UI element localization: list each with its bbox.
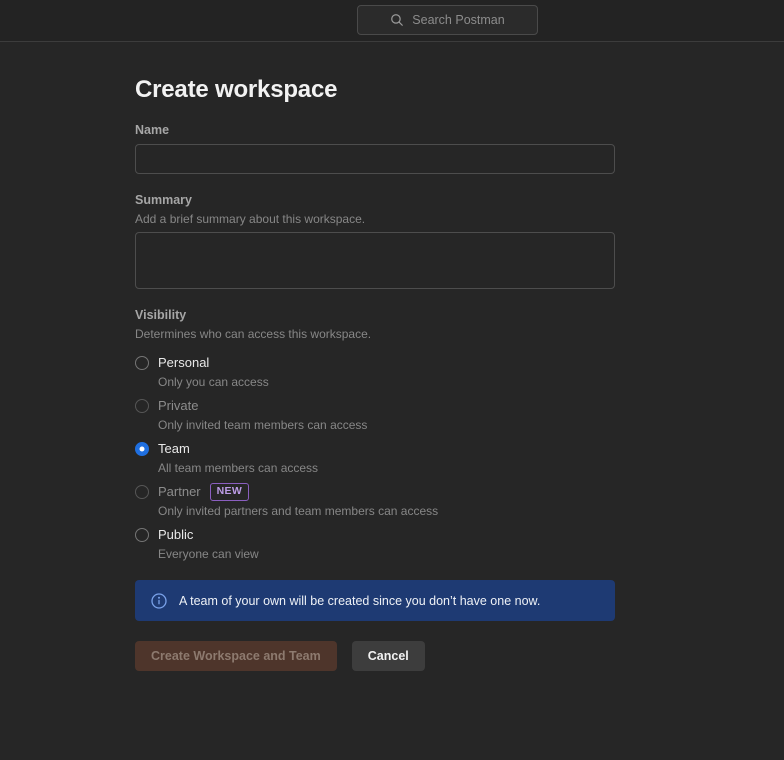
cancel-button[interactable]: Cancel [352, 641, 425, 671]
create-workspace-form: Create workspace Name Summary Add a brie… [135, 76, 615, 671]
option-desc-private: Only invited team members can access [158, 418, 615, 433]
radio-team-selected[interactable] [135, 442, 149, 456]
create-workspace-and-team-button[interactable]: Create Workspace and Team [135, 641, 337, 671]
summary-textarea[interactable] [135, 232, 615, 289]
page-title: Create workspace [135, 76, 615, 104]
visibility-label: Visibility [135, 307, 615, 323]
visibility-option-public[interactable]: Public Everyone can view [135, 526, 615, 562]
banner-text: A team of your own will be created since… [179, 594, 540, 608]
visibility-options: Personal Only you can access Private Onl… [135, 354, 615, 562]
option-desc-team: All team members can access [158, 461, 615, 476]
top-bar: Search Postman [0, 0, 784, 42]
visibility-option-private: Private Only invited team members can ac… [135, 397, 615, 433]
option-label-personal: Personal [158, 354, 209, 372]
visibility-option-partner: Partner NEW Only invited partners and te… [135, 483, 615, 519]
form-actions: Create Workspace and Team Cancel [135, 641, 615, 671]
name-input[interactable] [135, 144, 615, 174]
summary-help: Add a brief summary about this workspace… [135, 211, 615, 227]
radio-partner [135, 485, 149, 499]
option-label-partner: Partner [158, 483, 201, 501]
search-placeholder: Search Postman [412, 13, 504, 27]
info-icon [151, 593, 167, 609]
info-banner: A team of your own will be created since… [135, 580, 615, 621]
search-input[interactable]: Search Postman [357, 5, 538, 35]
visibility-help: Determines who can access this workspace… [135, 326, 615, 342]
summary-label: Summary [135, 192, 615, 208]
radio-public[interactable] [135, 528, 149, 542]
new-badge: NEW [210, 483, 249, 501]
option-desc-personal: Only you can access [158, 375, 615, 390]
option-desc-public: Everyone can view [158, 547, 615, 562]
visibility-option-team[interactable]: Team All team members can access [135, 440, 615, 476]
search-icon [390, 13, 404, 27]
visibility-option-personal[interactable]: Personal Only you can access [135, 354, 615, 390]
name-label: Name [135, 122, 615, 138]
radio-personal[interactable] [135, 356, 149, 370]
option-desc-partner: Only invited partners and team members c… [158, 504, 615, 519]
option-label-public: Public [158, 526, 193, 544]
radio-private [135, 399, 149, 413]
option-label-private: Private [158, 397, 198, 415]
option-label-team: Team [158, 440, 190, 458]
